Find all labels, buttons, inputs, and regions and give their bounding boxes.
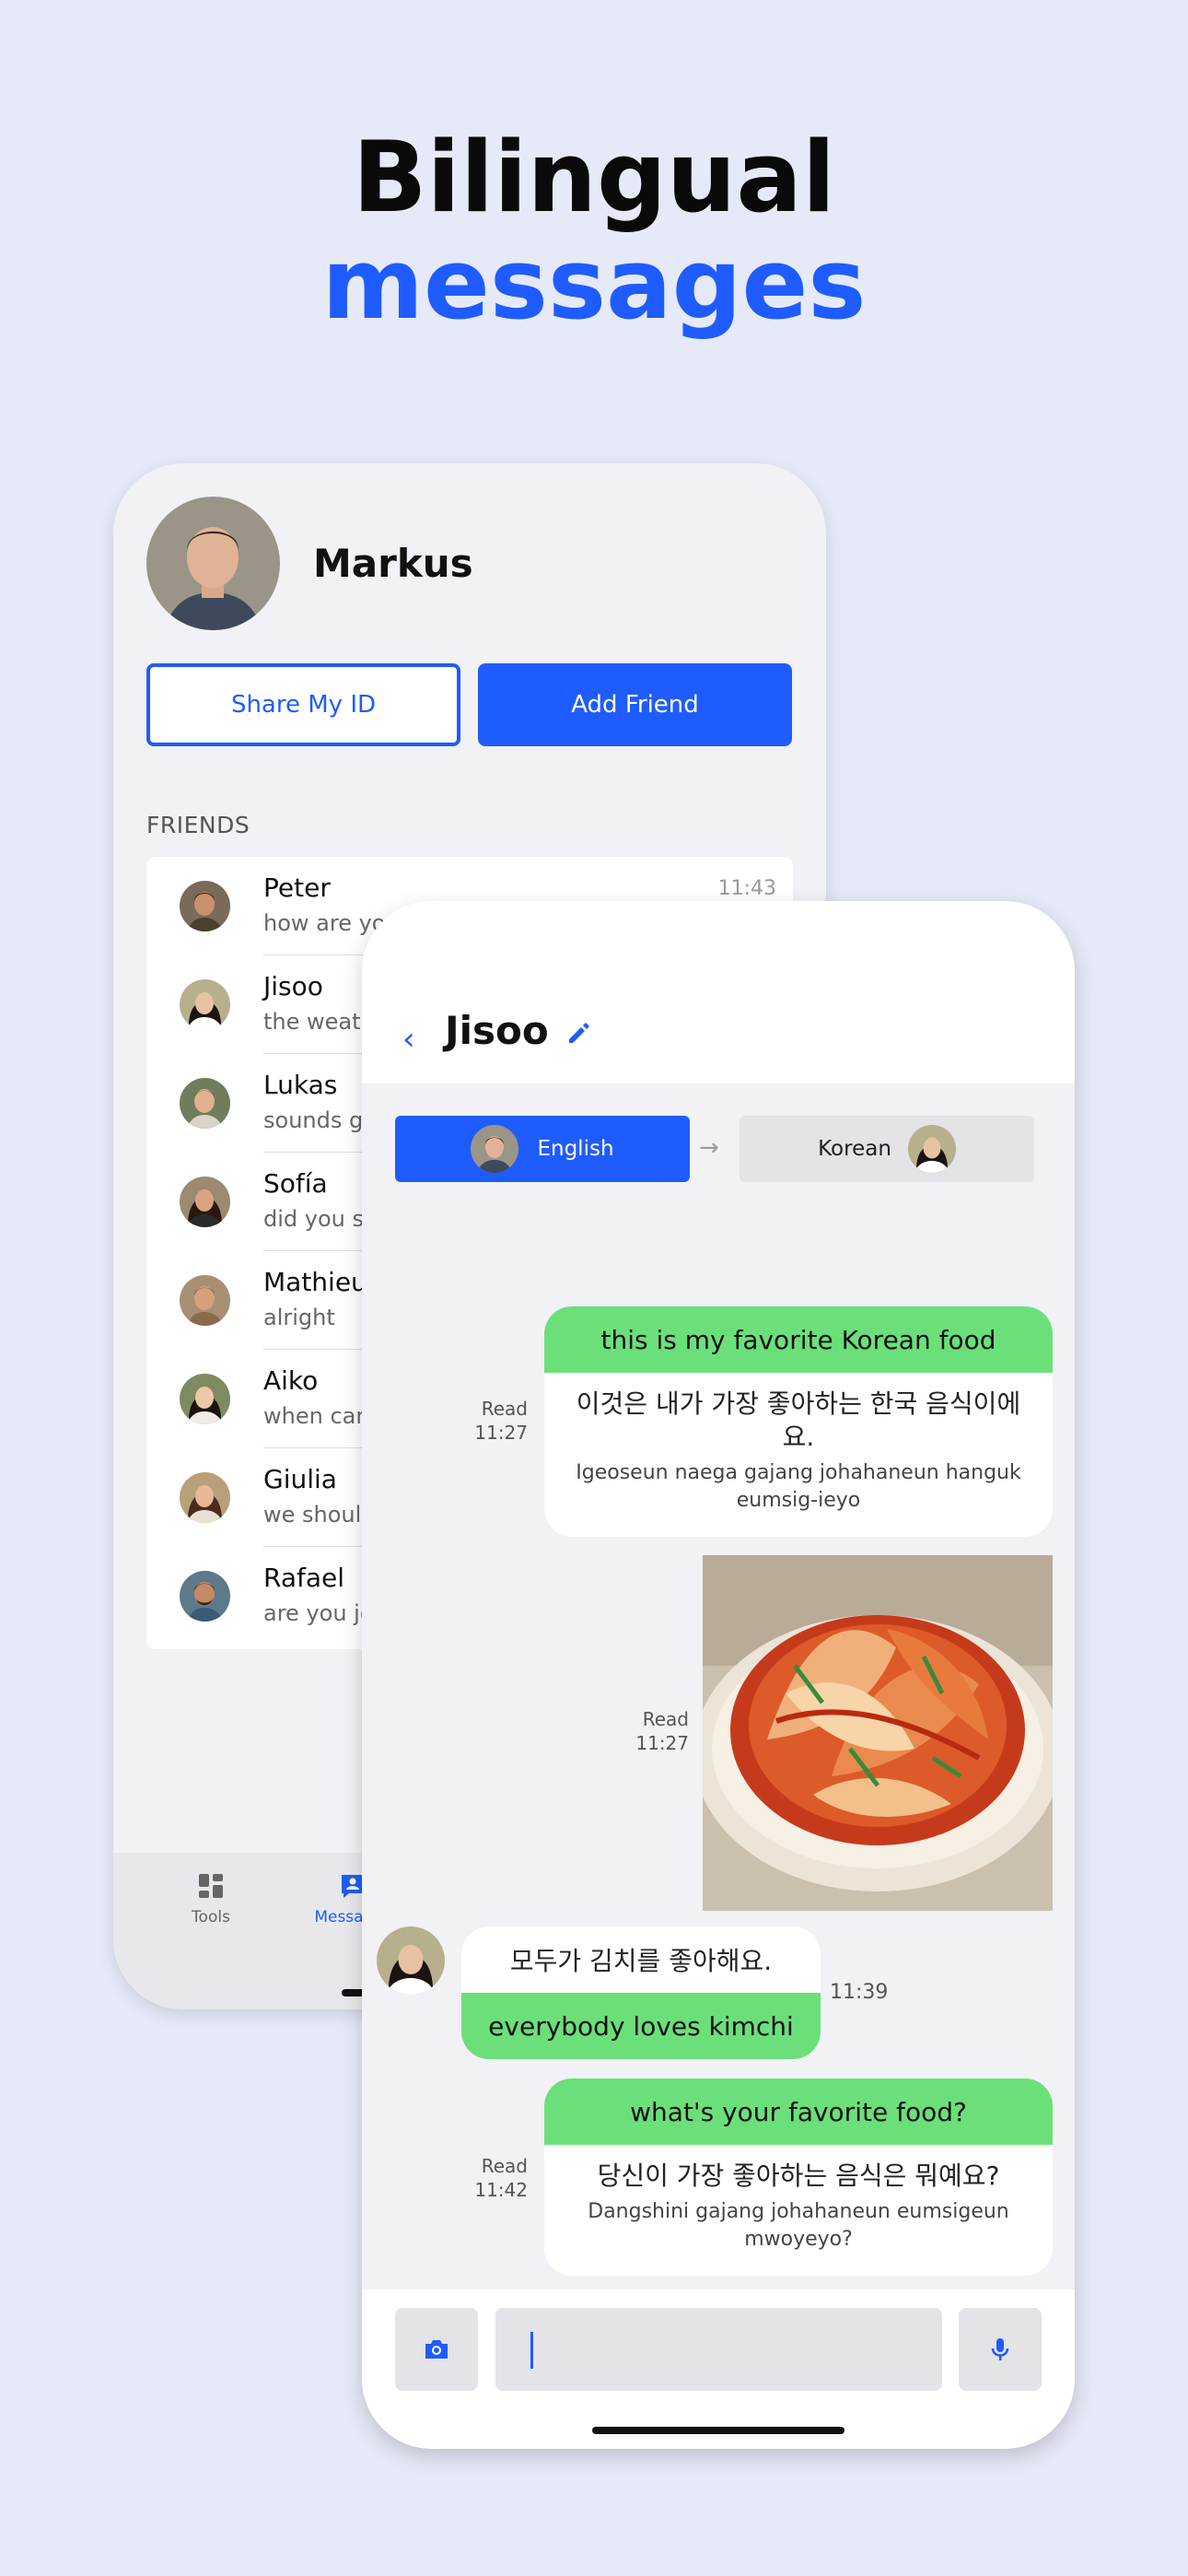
camera-icon	[425, 2340, 448, 2359]
read-status: Read	[481, 2155, 528, 2177]
avatar	[180, 1374, 230, 1424]
translated-text: 모두가 김치를 좋아해요.	[509, 1946, 773, 1976]
avatar	[146, 497, 280, 630]
friend-message-preview: sounds g	[263, 1107, 364, 1133]
avatar	[180, 1571, 230, 1622]
message-meta: Read 11:27	[472, 1397, 528, 1445]
kimchi-photo[interactable]	[703, 1555, 1053, 1911]
avatar	[180, 1275, 230, 1326]
message-time: 11:27	[474, 1422, 528, 1444]
microphone-button[interactable]	[959, 2308, 1042, 2391]
message-input[interactable]	[495, 2308, 942, 2391]
home-indicator	[592, 2427, 844, 2434]
target-language-button[interactable]: Korean	[740, 1116, 1034, 1182]
avatar	[180, 881, 230, 931]
message-time: 11:39	[830, 1981, 889, 2004]
friend-name: Peter	[263, 872, 331, 903]
pencil-icon[interactable]	[565, 1019, 592, 1047]
incoming-message-bubble[interactable]: 모두가 김치를 좋아해요. everybody loves kimchi	[461, 1926, 821, 2059]
outgoing-message-bubble[interactable]: this is my favorite Korean food 이것은 내가 가…	[544, 1306, 1053, 1537]
headline: Bilingual messages	[0, 124, 1188, 338]
message-time: 11:42	[474, 2179, 528, 2201]
message-composer	[362, 2289, 1075, 2449]
original-text: this is my favorite Korean food	[544, 1306, 1053, 1373]
avatar	[907, 1125, 956, 1173]
tab-tools[interactable]: Tools	[146, 1871, 275, 1926]
read-status: Read	[642, 1708, 689, 1730]
friend-name: Rafael	[263, 1563, 345, 1593]
chevron-left-icon[interactable]: ‹	[402, 1021, 415, 1058]
friend-message-preview: we should	[263, 1502, 376, 1528]
grid-icon	[199, 1874, 223, 1898]
camera-button[interactable]	[395, 2308, 478, 2391]
language-selector: English → Korean	[395, 1116, 1034, 1182]
romanized-text: Igeoseun naega gajang johahaneun hanguk …	[576, 1461, 1021, 1512]
friend-name: Sofía	[263, 1168, 328, 1199]
tab-tools-label: Tools	[192, 1908, 230, 1926]
message-time: 11:27	[635, 1732, 689, 1754]
friend-message-preview: when can	[263, 1403, 370, 1429]
target-language-label: Korean	[818, 1137, 891, 1161]
translated-text: 이것은 내가 가장 좋아하는 한국 음식이에요.	[576, 1388, 1021, 1452]
share-my-id-button[interactable]: Share My ID	[146, 663, 460, 746]
avatar	[471, 1125, 519, 1173]
avatar	[180, 979, 230, 1030]
friend-name: Lukas	[263, 1070, 338, 1100]
avatar[interactable]	[377, 1926, 445, 1995]
friend-name: Jisoo	[263, 971, 323, 1001]
friend-name: Mathieu	[263, 1267, 367, 1297]
original-text: everybody loves kimchi	[461, 1993, 821, 2059]
friend-name: Aiko	[263, 1365, 319, 1396]
original-text: what's your favorite food?	[544, 2078, 1053, 2145]
avatar	[180, 1177, 230, 1227]
friend-message-preview: are you jo	[263, 1600, 374, 1626]
outgoing-message-bubble[interactable]: what's your favorite food? 당신이 가장 좋아하는 음…	[544, 2078, 1053, 2276]
headline-line-2: messages	[321, 228, 867, 341]
chat-title: Jisoo	[445, 1008, 549, 1053]
friend-message-preview: alright	[263, 1305, 335, 1330]
translated-text: 당신이 가장 좋아하는 음식은 뭐예요?	[597, 2160, 1000, 2191]
friends-section-label: FRIENDS	[146, 812, 250, 838]
add-friend-button[interactable]: Add Friend	[478, 663, 792, 746]
source-language-button[interactable]: English	[395, 1116, 690, 1182]
message-meta: Read 11:42	[472, 2154, 528, 2202]
friend-name: Giulia	[263, 1464, 337, 1494]
read-status: Read	[481, 1398, 528, 1420]
romanized-text: Dangshini gajang johahaneun eumsigeun mw…	[588, 2200, 1009, 2251]
arrow-right-icon: →	[699, 1134, 719, 1162]
avatar	[180, 1472, 230, 1523]
avatar	[180, 1078, 230, 1129]
microphone-icon	[991, 2338, 1009, 2360]
text-caret	[530, 2332, 533, 2369]
chat-screen: ‹ Jisoo English → Korean Read 11:27 this…	[362, 901, 1075, 2449]
chat-header: ‹ Jisoo	[362, 901, 1075, 1083]
profile-header: Markus	[146, 497, 473, 630]
profile-name: Markus	[313, 541, 473, 586]
friend-message-preview: did you s	[263, 1206, 364, 1232]
headline-line-1: Bilingual	[352, 121, 836, 234]
message-meta: Read 11:27	[634, 1707, 689, 1755]
source-language-label: English	[537, 1137, 614, 1161]
friend-message-preview: the weath	[263, 1009, 375, 1035]
friend-time: 11:43	[717, 877, 776, 900]
